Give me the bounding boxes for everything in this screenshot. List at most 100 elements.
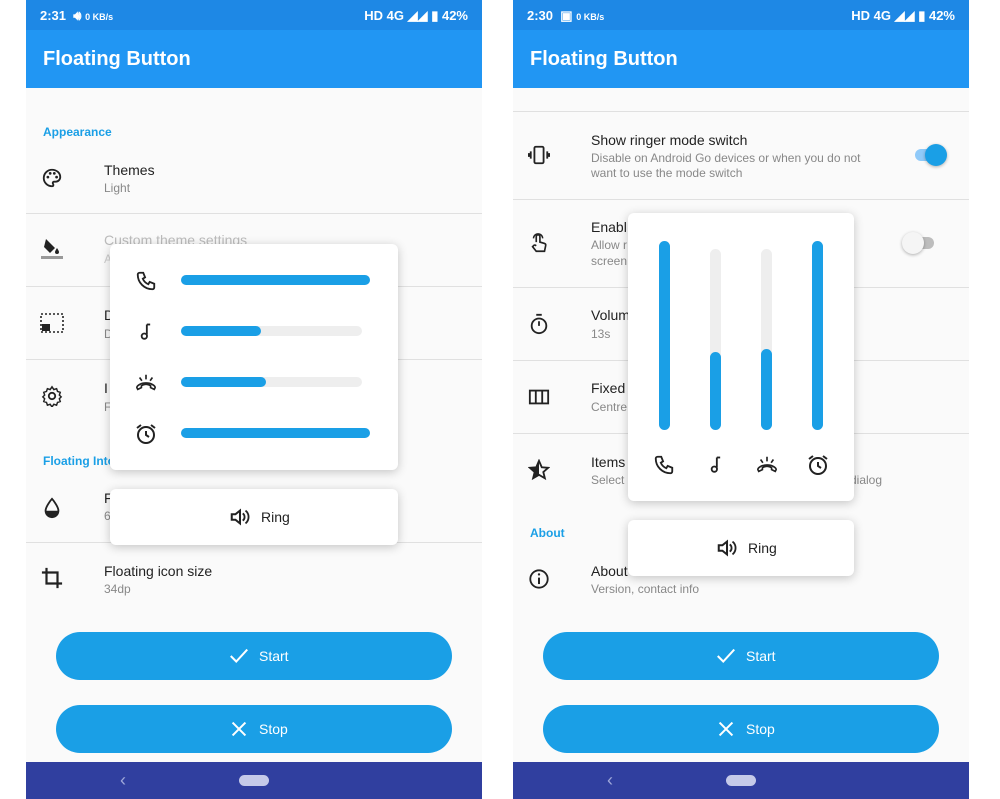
left-phone-screen: 2:31 🔊︎ 0 KB/s HD 4G ◢◢ ▮ 42% Floating B… bbox=[26, 0, 482, 799]
stop-button[interactable]: Stop bbox=[56, 705, 452, 753]
status-network: HD 4G bbox=[364, 8, 404, 23]
ring-mode-button[interactable]: Ring bbox=[628, 520, 854, 576]
volume-fill-call bbox=[181, 275, 370, 285]
gear-icon bbox=[40, 384, 64, 408]
battery-icon: ▮ bbox=[431, 8, 439, 23]
ringer-mode-toggle[interactable] bbox=[911, 143, 947, 167]
paint-bucket-icon bbox=[40, 236, 64, 260]
phone-icon bbox=[652, 453, 676, 477]
setting-title: Show ringer mode switch bbox=[591, 132, 748, 148]
palette-icon bbox=[40, 166, 64, 190]
image-status-icon: ▣ bbox=[556, 8, 573, 23]
volume-panel bbox=[110, 244, 398, 470]
section-floating: Floating Into bbox=[43, 454, 115, 468]
close-icon bbox=[228, 718, 250, 740]
net-speed: 0 KB/s bbox=[85, 12, 114, 22]
dotted-screen-icon bbox=[40, 311, 64, 335]
setting-subtitle: Disable on Android Go devices or when yo… bbox=[591, 151, 861, 165]
ringer-icon bbox=[134, 371, 158, 395]
enable-toggle[interactable] bbox=[902, 231, 938, 255]
volume-fill-media bbox=[181, 326, 261, 336]
back-icon[interactable]: ‹ bbox=[607, 770, 613, 791]
columns-icon bbox=[527, 385, 551, 409]
app-bar: Floating Button bbox=[513, 30, 969, 88]
setting-title: Volum bbox=[591, 307, 630, 323]
ring-mode-label: Ring bbox=[261, 509, 290, 525]
stop-button[interactable]: Stop bbox=[543, 705, 939, 753]
vibrate-icon bbox=[527, 143, 551, 167]
setting-subtitle: Select bbox=[591, 473, 625, 487]
setting-title: Themes bbox=[104, 162, 155, 178]
status-network: HD 4G bbox=[851, 8, 891, 23]
setting-subtitle-tail: dialog bbox=[850, 473, 883, 487]
setting-subtitle: Version, contact info bbox=[591, 582, 700, 596]
setting-title: Enabl bbox=[591, 219, 627, 235]
alarm-clock-icon bbox=[134, 422, 158, 446]
setting-title: Floating icon size bbox=[104, 563, 213, 579]
info-icon bbox=[527, 567, 551, 591]
volume-slider-ring[interactable] bbox=[761, 249, 772, 430]
home-pill-icon[interactable] bbox=[726, 775, 756, 786]
navigation-bar: ‹ bbox=[513, 762, 969, 799]
volume-panel-vertical bbox=[628, 213, 854, 501]
start-label: Start bbox=[259, 648, 289, 664]
volume-slider-media[interactable] bbox=[710, 249, 721, 430]
setting-floating-icon-size[interactable]: Floating icon size 34dp bbox=[26, 543, 482, 613]
navigation-bar: ‹ bbox=[26, 762, 482, 799]
setting-subtitle-line2: screen bbox=[591, 254, 628, 268]
volume-fill-media bbox=[710, 352, 721, 430]
battery-level: 42% bbox=[928, 8, 955, 23]
touch-icon bbox=[527, 231, 551, 255]
app-bar: Floating Button bbox=[26, 30, 482, 88]
status-time: 2:31 bbox=[40, 8, 67, 23]
volume-slider-alarm[interactable] bbox=[812, 241, 823, 430]
signal-icon: ◢◢ bbox=[894, 8, 915, 23]
start-button[interactable]: Start bbox=[543, 632, 939, 680]
alarm-clock-icon bbox=[806, 453, 830, 477]
setting-subtitle: 13s bbox=[591, 327, 611, 341]
volume-slider-alarm[interactable] bbox=[181, 428, 370, 438]
volume-slider-media[interactable] bbox=[181, 326, 362, 336]
music-note-icon bbox=[134, 320, 158, 344]
volume-fill-call bbox=[659, 241, 670, 430]
app-title: Floating Button bbox=[530, 48, 678, 70]
battery-level: 42% bbox=[441, 8, 468, 23]
setting-subtitle-line2: want to use the mode switch bbox=[591, 166, 743, 180]
setting-subtitle: Allow r bbox=[591, 238, 628, 252]
right-phone-screen: 2:30 ▣ 0 KB/s HD 4G ◢◢ ▮ 42% Floating Bu… bbox=[513, 0, 969, 799]
opacity-drop-icon bbox=[40, 496, 64, 520]
setting-subtitle: Light bbox=[104, 181, 131, 195]
volume-slider-ring[interactable] bbox=[181, 377, 362, 387]
setting-subtitle: 34dp bbox=[104, 582, 131, 596]
volume-fill-ring bbox=[181, 377, 267, 387]
volume-fill-ring bbox=[761, 348, 772, 430]
setting-subtitle: Centre bbox=[591, 400, 628, 414]
phone-icon bbox=[134, 269, 158, 293]
setting-title: I bbox=[104, 380, 108, 396]
app-title: Floating Button bbox=[43, 48, 191, 70]
start-label: Start bbox=[746, 648, 776, 664]
battery-icon: ▮ bbox=[918, 8, 926, 23]
setting-show-ringer-mode-switch[interactable]: Show ringer mode switch Disable on Andro… bbox=[513, 112, 969, 198]
volume-slider-call[interactable] bbox=[659, 241, 670, 430]
volume-fill-alarm bbox=[812, 241, 823, 430]
setting-themes[interactable]: Themes Light bbox=[26, 155, 482, 213]
volume-fill-alarm bbox=[181, 428, 370, 438]
setting-title: Fixed bbox=[591, 380, 626, 396]
speaker-icon bbox=[715, 536, 739, 560]
back-icon[interactable]: ‹ bbox=[120, 770, 126, 791]
setting-title: About bbox=[591, 563, 628, 579]
music-note-icon bbox=[704, 453, 728, 477]
check-icon bbox=[715, 645, 737, 667]
start-button[interactable]: Start bbox=[56, 632, 452, 680]
volume-slider-call[interactable] bbox=[181, 275, 370, 285]
speaker-icon bbox=[228, 505, 252, 529]
home-pill-icon[interactable] bbox=[239, 775, 269, 786]
ring-mode-button[interactable]: Ring bbox=[110, 489, 398, 545]
section-about: About bbox=[530, 526, 565, 540]
status-time: 2:30 bbox=[527, 8, 554, 23]
crop-icon bbox=[40, 566, 64, 590]
net-speed: 0 KB/s bbox=[576, 12, 605, 22]
setting-title: Items bbox=[591, 454, 626, 470]
timer-icon bbox=[527, 312, 551, 336]
